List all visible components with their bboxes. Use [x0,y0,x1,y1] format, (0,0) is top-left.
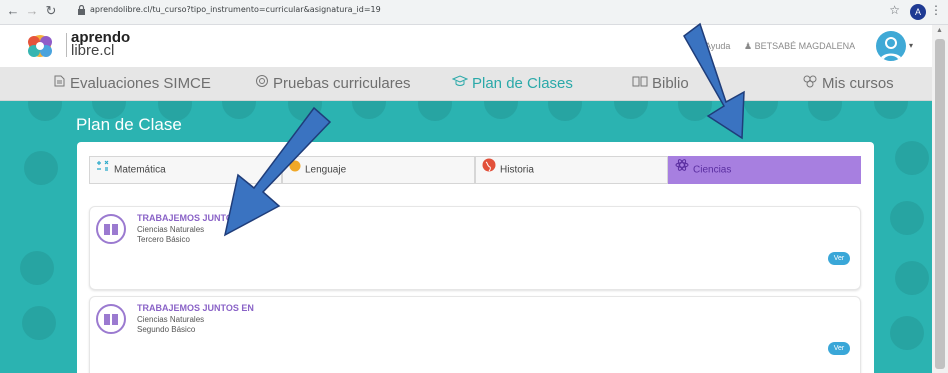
background-pattern [20,251,54,285]
tab-matematica[interactable]: Matemática [89,156,282,184]
chevron-down-icon[interactable]: ▾ [909,41,913,50]
card-grade: Segundo Básico [137,325,196,334]
lock-icon [78,5,85,15]
background-pattern [352,101,386,119]
background-pattern [28,101,62,121]
graduation-cap-icon [451,67,469,101]
background-pattern [222,101,256,119]
page-scrollbar[interactable]: ▲ [932,25,948,373]
help-icon: ? [698,41,704,51]
book-icon [96,214,126,244]
help-link[interactable]: ? Ayuda [698,41,730,51]
page-title: Plan de Clase [76,115,182,134]
reload-icon[interactable]: ↻ [43,3,59,19]
lesson-plan-panel: Matemática Lenguaje Historia Ciencias TR… [77,142,874,373]
scroll-thumb[interactable] [935,39,945,369]
group-icon [802,67,818,101]
card-subject: Ciencias Naturales [137,225,205,234]
nav-label: Mis cursos [822,75,894,92]
tab-label: Historia [500,164,534,176]
card-grade: Tercero Básico [137,235,190,244]
browser-toolbar: ← → ↻ aprendolibre.cl/tu_curso?tipo_inst… [0,0,948,25]
logo-icon[interactable] [22,31,58,61]
tab-lenguaje[interactable]: Lenguaje [282,156,475,184]
background-pattern [890,201,924,235]
nav-item-plan-de-clases[interactable]: Plan de Clases [451,67,573,101]
background-pattern [890,316,924,350]
logo-divider [66,33,67,57]
tab-ciencias[interactable]: Ciencias [668,156,861,184]
main-nav: Evaluaciones SIMCE Pruebas curriculares … [0,67,932,101]
book-icon [632,67,648,101]
tab-historia[interactable]: Historia [475,156,668,184]
nav-item-biblioteca[interactable]: Biblio [632,67,689,101]
background-pattern [614,101,648,119]
tab-label: Matemática [114,164,166,176]
nav-item-pruebas-curriculares[interactable]: Pruebas curriculares [255,67,411,101]
background-pattern [744,101,778,119]
browser-profile-avatar[interactable]: A [910,4,926,20]
ver-button[interactable]: Ver [828,252,850,265]
book-icon [289,157,301,183]
book-icon [96,304,126,334]
forward-icon[interactable]: → [24,3,40,18]
background-pattern [484,101,518,119]
nav-label: Evaluaciones SIMCE [70,75,211,92]
content-area: Plan de Clase Matemática Lenguaje Histor… [0,101,932,373]
nav-label: Pruebas curriculares [273,75,411,92]
tab-label: Ciencias [693,164,732,176]
address-bar[interactable]: aprendolibre.cl/tu_curso?tipo_instrument… [90,5,381,14]
user-icon: ♟ [744,41,753,51]
document-icon [52,67,66,101]
tab-label: Lenguaje [305,164,347,176]
target-icon [255,67,269,101]
browser-menu-icon[interactable]: ⋮ [930,3,942,17]
nav-label: Plan de Clases [472,75,573,92]
background-pattern [22,306,56,340]
avatar-icon [879,37,903,61]
nav-item-mis-cursos[interactable]: Mis cursos [802,67,894,101]
background-pattern [895,141,929,175]
help-label: Ayuda [705,41,731,51]
card-title: TRABAJEMOS JUNTOS [137,213,239,223]
brand-wordmark[interactable]: aprendo libre.cl [71,30,130,58]
background-pattern [678,101,712,121]
globe-icon [482,157,496,183]
bookmark-star-icon[interactable]: ☆ [889,3,900,17]
user-avatar[interactable] [876,31,906,61]
background-pattern [808,101,842,121]
nav-label: Biblio [652,75,689,92]
user-menu[interactable]: ♟ BETSABÉ MAGDALENA [744,41,855,52]
nav-item-evaluaciones-simce[interactable]: Evaluaciones SIMCE [52,67,211,101]
atom-icon [675,157,689,183]
scroll-up-icon[interactable]: ▲ [936,27,943,34]
ver-button[interactable]: Ver [828,342,850,355]
background-pattern [895,261,929,295]
back-icon[interactable]: ← [5,3,21,18]
site-header: aprendo libre.cl ? Ayuda ♟ BETSABÉ MAGDA… [0,25,932,67]
lesson-card[interactable]: TRABAJEMOS JUNTOS Ciencias Naturales Ter… [89,206,861,290]
background-pattern [418,101,452,121]
user-name: BETSABÉ MAGDALENA [754,41,856,51]
math-operators-icon [96,157,110,183]
card-subject: Ciencias Naturales [137,315,205,324]
lesson-card[interactable]: TRABAJEMOS JUNTOS EN Ciencias Naturales … [89,296,861,373]
background-pattern [24,151,58,185]
background-pattern [874,101,908,119]
background-pattern [288,101,322,121]
background-pattern [548,101,582,121]
card-title: TRABAJEMOS JUNTOS EN [137,303,254,313]
